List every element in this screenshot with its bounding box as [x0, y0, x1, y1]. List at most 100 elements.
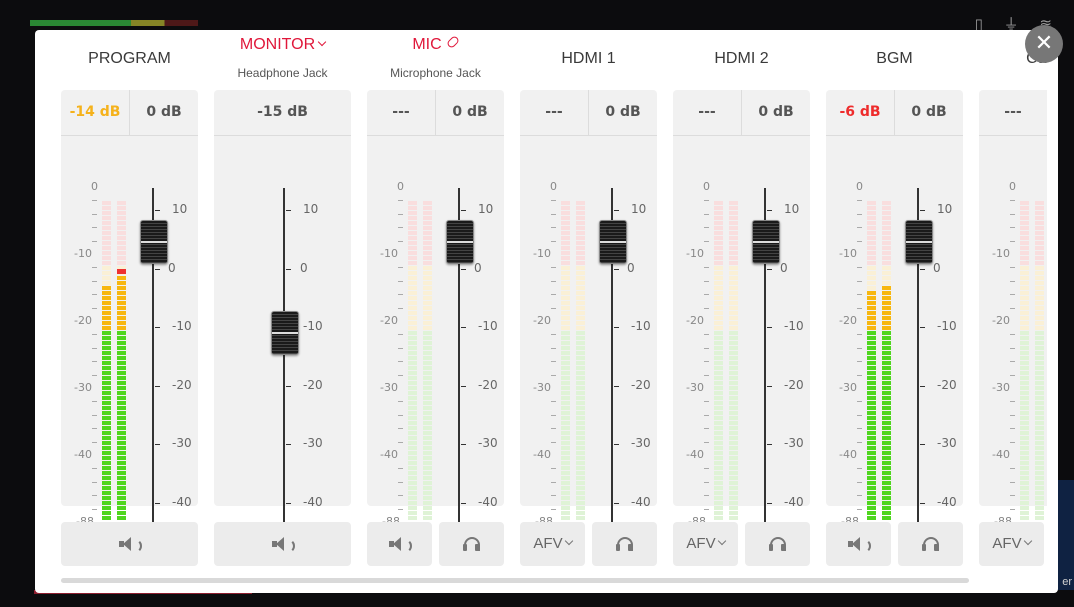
meter-scale-label: -20 — [839, 314, 857, 327]
meter-scale-tick — [1010, 227, 1015, 229]
meter-segment — [561, 381, 570, 385]
meter-scale-tick — [398, 334, 403, 336]
meter-scale-label: -30 — [992, 381, 1010, 394]
mute-speaker-button[interactable] — [61, 522, 198, 566]
meter-segment — [423, 281, 432, 285]
fader-scale-tick — [920, 444, 925, 445]
horizontal-scrollbar[interactable] — [61, 578, 969, 583]
meter-segment — [408, 511, 417, 515]
meter-segment — [423, 291, 432, 295]
meter-segment — [729, 366, 738, 370]
meter-segment — [729, 201, 738, 205]
meter-segment — [102, 306, 111, 310]
meter-segment — [576, 296, 585, 300]
meter-scale-tick — [551, 200, 556, 202]
meter-scale-tick — [704, 374, 709, 376]
meter-segment — [576, 271, 585, 275]
fader-knob[interactable] — [271, 310, 299, 355]
fader-scale-label: -10 — [172, 319, 192, 333]
meter-segment — [1020, 326, 1029, 330]
meter-segment — [714, 496, 723, 500]
afv-dropdown-button[interactable]: AFV — [520, 522, 585, 566]
channel-name[interactable]: MONITOR — [214, 36, 351, 54]
afv-dropdown-button[interactable]: AFV — [979, 522, 1044, 566]
meter-scale-tick — [92, 495, 97, 497]
channel-strip[interactable]: PROGRAM-14 dB0 dB0-10-20-30-40-88100-10-… — [35, 30, 1047, 593]
meter-scale-tick — [857, 414, 862, 416]
headphone-right-cup — [627, 544, 632, 552]
fader-knob[interactable] — [752, 220, 780, 265]
meter-segment — [117, 461, 126, 465]
meter-segment — [117, 496, 126, 500]
meter-segment — [576, 416, 585, 420]
mute-speaker-button[interactable] — [826, 522, 891, 566]
meter-segment — [576, 276, 585, 280]
fader-knob[interactable] — [140, 220, 168, 265]
mute-speaker-button[interactable] — [214, 522, 351, 566]
meter-segment — [882, 221, 891, 225]
headphone-monitor-button[interactable] — [439, 522, 504, 566]
meter-segment — [102, 346, 111, 350]
meter-segment — [714, 406, 723, 410]
meter-segment — [1035, 441, 1044, 445]
channel-name[interactable]: MIC — [367, 34, 504, 54]
fader-scale-tick — [155, 327, 160, 328]
meter-scale-label: -10 — [992, 247, 1010, 260]
meter-segment — [408, 356, 417, 360]
meter-segment — [882, 341, 891, 345]
meter-segment — [561, 476, 570, 480]
meter-segment — [408, 386, 417, 390]
meter-segment — [576, 346, 585, 350]
meter-scale-label: 0 — [703, 180, 710, 193]
afv-dropdown-button[interactable]: AFV — [673, 522, 738, 566]
meter-scale-tick — [704, 495, 709, 497]
meter-segment — [714, 331, 723, 335]
meter-scale-tick — [398, 468, 403, 470]
meter-segment — [102, 491, 111, 495]
meter-scale-label: -40 — [686, 448, 704, 461]
meter-scale-label: 0 — [856, 180, 863, 193]
meter-segment — [576, 221, 585, 225]
fader-track[interactable] — [283, 188, 285, 522]
meter-segment — [1035, 481, 1044, 485]
meter-segment — [1020, 446, 1029, 450]
meter-scale-tick — [857, 481, 862, 483]
meter-segment — [1035, 236, 1044, 240]
fader-knob[interactable] — [599, 220, 627, 265]
meter-segment — [561, 291, 570, 295]
meter-segment — [714, 391, 723, 395]
channel-4: HDMI 2---0 dB0-10-20-30-40-88100-10-20-3… — [673, 30, 810, 593]
meter-segment — [423, 251, 432, 255]
headphone-monitor-button[interactable] — [592, 522, 657, 566]
meter-segment — [561, 351, 570, 355]
meter-segment — [714, 371, 723, 375]
fader-scale-label: 0 — [780, 260, 788, 275]
meter-segment — [867, 311, 876, 315]
fader-scale-label: -10 — [784, 319, 804, 333]
fader-scale-tick — [286, 210, 291, 211]
channel-card: -6 dB0 dB0-10-20-30-40-88100-10-20-30-40 — [826, 90, 963, 528]
meter-segment — [561, 441, 570, 445]
headphone-monitor-button[interactable] — [745, 522, 810, 566]
meter-segment — [867, 201, 876, 205]
meter-scale-label: -20 — [74, 314, 92, 327]
meter-segment — [576, 251, 585, 255]
mute-speaker-button[interactable] — [367, 522, 432, 566]
headphone-monitor-button[interactable] — [898, 522, 963, 566]
meter-segment — [1020, 206, 1029, 210]
meter-segment — [882, 391, 891, 395]
meter-segment — [1035, 251, 1044, 255]
afv-label: AFV — [992, 535, 1022, 552]
meter-segment — [729, 511, 738, 515]
meter-segment — [1020, 361, 1029, 365]
fader-knob[interactable] — [905, 220, 933, 265]
fader-scale-label: -30 — [631, 436, 651, 450]
meter-segment — [117, 236, 126, 240]
close-button[interactable]: ✕ — [1025, 25, 1063, 63]
meter-segment — [882, 476, 891, 480]
meter-segment — [867, 276, 876, 280]
fader-knob[interactable] — [446, 220, 474, 265]
meter-segment — [867, 346, 876, 350]
meter-segment — [714, 481, 723, 485]
meter-segment — [1035, 376, 1044, 380]
